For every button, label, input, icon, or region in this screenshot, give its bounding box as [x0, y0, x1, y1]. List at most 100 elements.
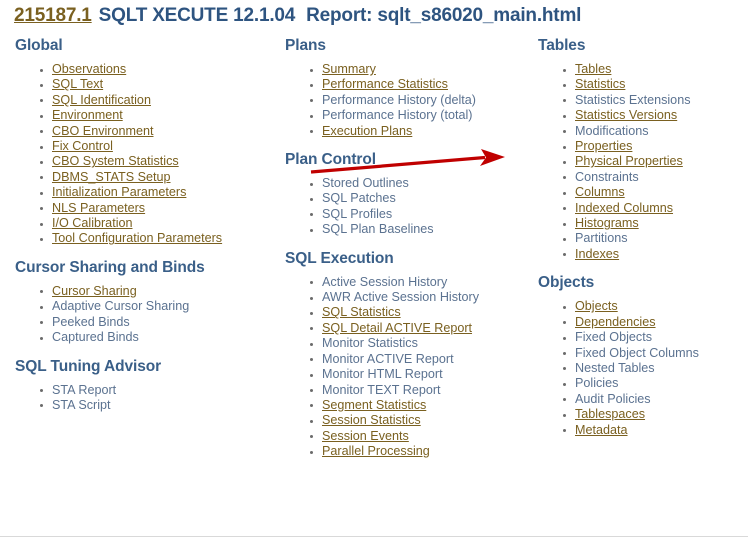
- list-item: Adaptive Cursor Sharing: [40, 299, 276, 314]
- list-item[interactable]: Indexed Columns: [563, 201, 748, 216]
- link-statistics-versions[interactable]: Statistics Versions: [575, 108, 677, 122]
- link-initialization-parameters[interactable]: Initialization Parameters: [52, 185, 186, 199]
- link-performance-statistics[interactable]: Performance Statistics: [322, 77, 448, 91]
- label-performance-history-total: Performance History (total): [322, 108, 473, 123]
- section-plans: Plans Summary Performance Statistics Perfor…: [284, 36, 534, 139]
- list-item[interactable]: Performance Statistics: [310, 77, 534, 92]
- list-item[interactable]: SQL Identification: [40, 93, 276, 108]
- link-histograms[interactable]: Histograms: [575, 216, 639, 230]
- list-item: Fixed Objects: [563, 330, 748, 345]
- section-heading: Objects: [538, 274, 595, 292]
- label-sql-patches: SQL Patches: [322, 191, 396, 206]
- list-item[interactable]: Tablespaces: [563, 407, 748, 422]
- link-tool-configuration-parameters[interactable]: Tool Configuration Parameters: [52, 231, 222, 245]
- label-monitor-active-report: Monitor ACTIVE Report: [322, 351, 454, 366]
- column-tables: Tables Tables Statistics Statistics Extensi…: [537, 36, 748, 438]
- list-item[interactable]: Session Statistics: [310, 413, 534, 428]
- link-sql-text[interactable]: SQL Text: [52, 77, 103, 91]
- link-fix-control[interactable]: Fix Control: [52, 139, 113, 153]
- link-sql-identification[interactable]: SQL Identification: [52, 93, 151, 107]
- link-columns[interactable]: Columns: [575, 185, 625, 199]
- list-item[interactable]: Metadata: [563, 423, 748, 438]
- link-tablespaces[interactable]: Tablespaces: [575, 407, 645, 421]
- link-metadata[interactable]: Metadata: [575, 423, 628, 437]
- label-monitor-statistics: Monitor Statistics: [322, 336, 418, 351]
- link-cbo-environment[interactable]: CBO Environment: [52, 124, 154, 138]
- label-nested-tables: Nested Tables: [575, 360, 655, 375]
- list-item: Captured Binds: [40, 330, 276, 345]
- list-item[interactable]: Fix Control: [40, 139, 276, 154]
- link-execution-plans[interactable]: Execution Plans: [322, 124, 412, 138]
- list-item[interactable]: Summary: [310, 62, 534, 77]
- list-item[interactable]: Session Events: [310, 429, 534, 444]
- list-item[interactable]: Execution Plans: [310, 124, 534, 139]
- list-item[interactable]: DBMS_STATS Setup: [40, 170, 276, 185]
- label-monitor-html-report: Monitor HTML Report: [322, 367, 443, 382]
- list-item[interactable]: Statistics Versions: [563, 108, 748, 123]
- section-item-list: Stored Outlines SQL Patches SQL Profiles SQ…: [284, 176, 534, 238]
- link-physical-properties[interactable]: Physical Properties: [575, 154, 683, 168]
- label-fixed-object-columns: Fixed Object Columns: [575, 345, 699, 360]
- list-item[interactable]: Physical Properties: [563, 154, 748, 169]
- link-sql-statistics[interactable]: SQL Statistics: [322, 305, 401, 319]
- link-nls-parameters[interactable]: NLS Parameters: [52, 201, 145, 215]
- link-cursor-sharing[interactable]: Cursor Sharing: [52, 284, 137, 298]
- label-audit-policies: Audit Policies: [575, 391, 651, 406]
- product-version-label: SQLT XECUTE 12.1.04: [98, 5, 296, 26]
- link-indexed-columns[interactable]: Indexed Columns: [575, 201, 673, 215]
- list-item[interactable]: Environment: [40, 108, 276, 123]
- list-item[interactable]: SQL Text: [40, 77, 276, 92]
- list-item[interactable]: SQL Statistics: [310, 305, 534, 320]
- list-item[interactable]: Segment Statistics: [310, 398, 534, 413]
- list-item[interactable]: Objects: [563, 299, 748, 314]
- link-parallel-processing[interactable]: Parallel Processing: [322, 444, 430, 458]
- list-item[interactable]: Properties: [563, 139, 748, 154]
- link-segment-statistics[interactable]: Segment Statistics: [322, 398, 426, 412]
- link-cbo-system-statistics[interactable]: CBO System Statistics: [52, 154, 179, 168]
- list-item[interactable]: Columns: [563, 185, 748, 200]
- link-observations[interactable]: Observations: [52, 62, 126, 76]
- list-item: STA Report: [40, 383, 276, 398]
- link-i-o-calibration[interactable]: I/O Calibration: [52, 216, 133, 230]
- list-item[interactable]: CBO Environment: [40, 124, 276, 139]
- list-item[interactable]: I/O Calibration: [40, 216, 276, 231]
- label-sta-report: STA Report: [52, 382, 117, 397]
- link-objects[interactable]: Objects: [575, 299, 618, 313]
- list-item[interactable]: CBO System Statistics: [40, 154, 276, 169]
- list-item: SQL Profiles: [310, 207, 534, 222]
- link-tables[interactable]: Tables: [575, 62, 611, 76]
- list-item[interactable]: Statistics: [563, 77, 748, 92]
- list-item: Partitions: [563, 231, 748, 246]
- link-dbms-stats-setup[interactable]: DBMS_STATS Setup: [52, 170, 171, 184]
- list-item[interactable]: Parallel Processing: [310, 444, 534, 459]
- label-peeked-binds: Peeked Binds: [52, 314, 130, 329]
- link-properties[interactable]: Properties: [575, 139, 632, 153]
- list-item: Statistics Extensions: [563, 93, 748, 108]
- link-session-statistics[interactable]: Session Statistics: [322, 413, 421, 427]
- list-item[interactable]: Histograms: [563, 216, 748, 231]
- list-item[interactable]: Initialization Parameters: [40, 185, 276, 200]
- link-indexes[interactable]: Indexes: [575, 247, 619, 261]
- list-item[interactable]: NLS Parameters: [40, 201, 276, 216]
- list-item[interactable]: Observations: [40, 62, 276, 77]
- doc-id-link[interactable]: 215187.1: [14, 5, 92, 27]
- list-item[interactable]: Indexes: [563, 247, 748, 262]
- link-summary[interactable]: Summary: [322, 62, 376, 76]
- section-heading: Cursor Sharing and Binds: [15, 258, 205, 276]
- link-sql-detail-active-report[interactable]: SQL Detail ACTIVE Report: [322, 321, 472, 335]
- list-item[interactable]: Cursor Sharing: [40, 284, 276, 299]
- list-item: AWR Active Session History: [310, 290, 534, 305]
- list-item[interactable]: Tool Configuration Parameters: [40, 231, 276, 246]
- report-title-bar: 215187.1 SQLT XECUTE 12.1.04 Report: sql…: [0, 0, 748, 32]
- list-item: Modifications: [563, 124, 748, 139]
- link-statistics[interactable]: Statistics: [575, 77, 625, 91]
- link-environment[interactable]: Environment: [52, 108, 123, 122]
- link-session-events[interactable]: Session Events: [322, 429, 409, 443]
- list-item: Monitor TEXT Report: [310, 383, 534, 398]
- link-dependencies[interactable]: Dependencies: [575, 315, 656, 329]
- list-item[interactable]: Dependencies: [563, 315, 748, 330]
- label-fixed-objects: Fixed Objects: [575, 330, 652, 345]
- list-item[interactable]: SQL Detail ACTIVE Report: [310, 321, 534, 336]
- list-item[interactable]: Tables: [563, 62, 748, 77]
- section-item-list: Observations SQL Text SQL Identification En…: [14, 62, 276, 247]
